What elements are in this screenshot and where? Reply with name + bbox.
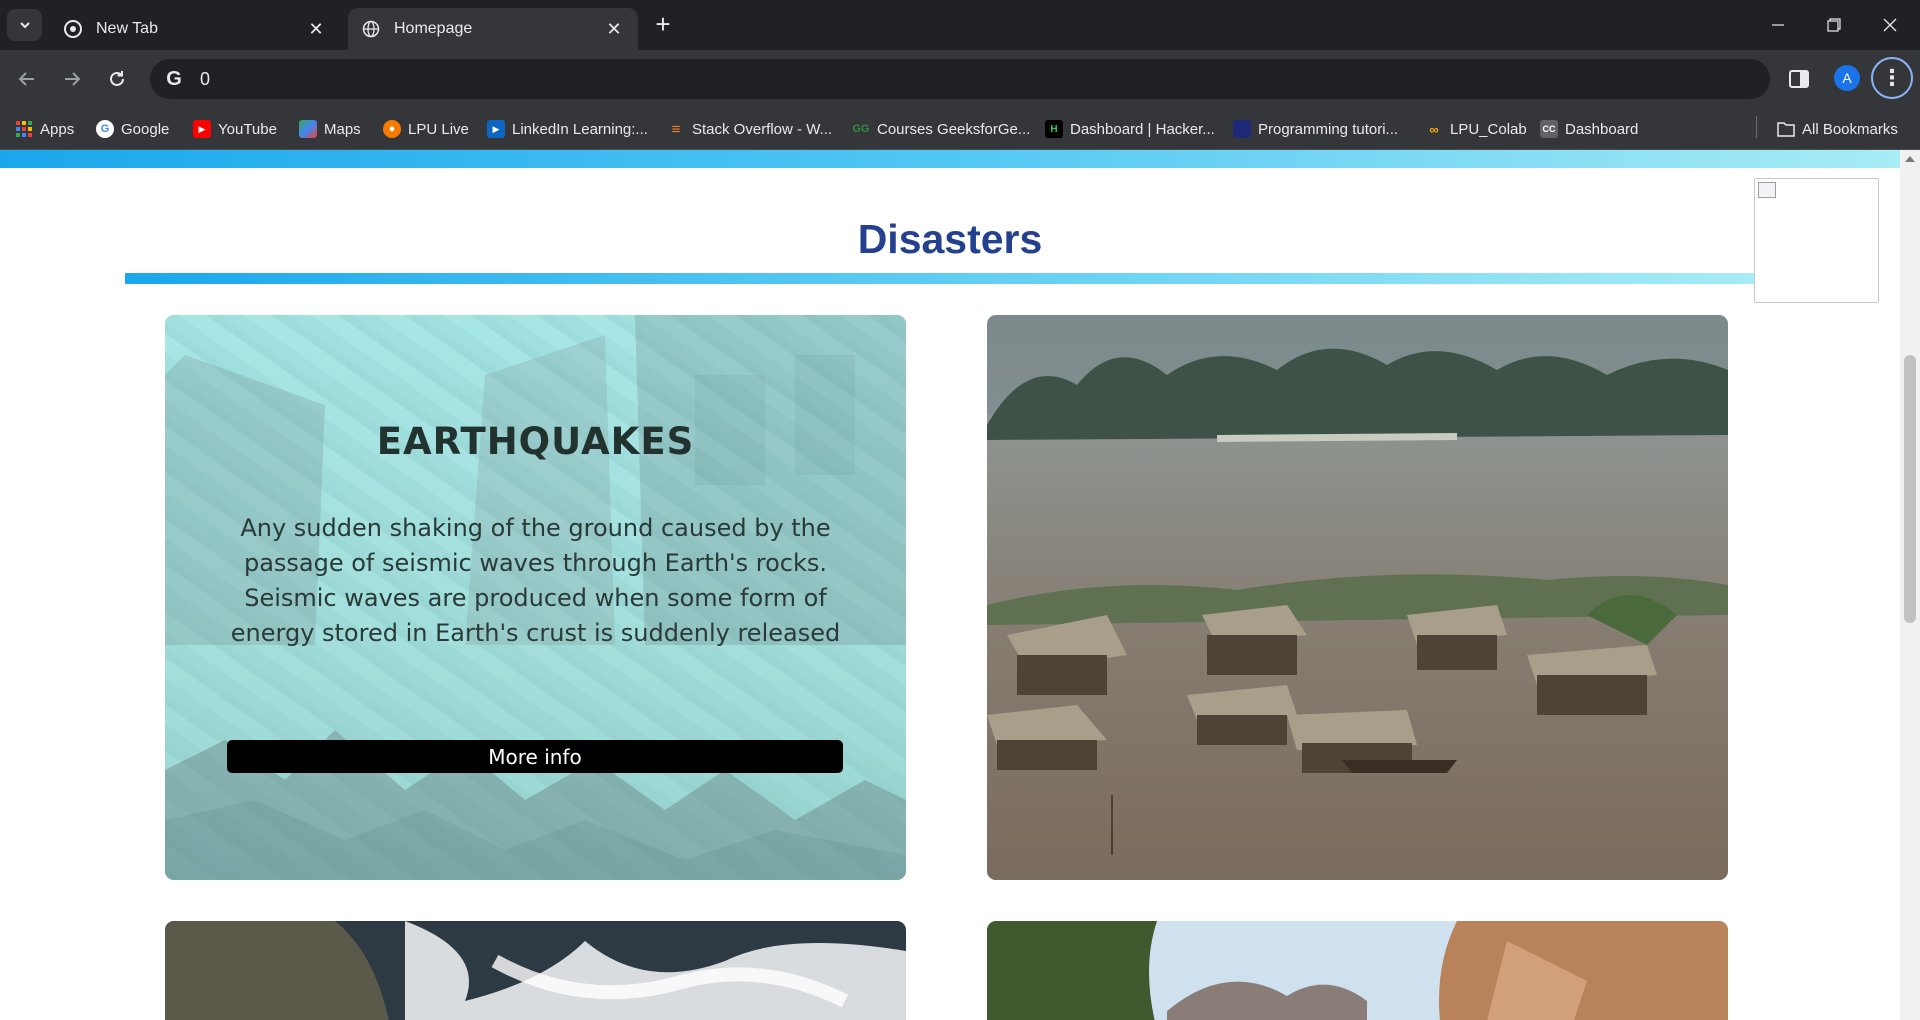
flood-card-image[interactable] (987, 315, 1728, 880)
bookmark-label: Apps (40, 120, 75, 138)
tab-strip: New Tab ✕ Homepage ✕ + (0, 0, 1920, 50)
bookmark-label: Google (121, 120, 170, 138)
bookmark-hackerrank[interactable]: H Dashboard | Hacker... (1045, 117, 1215, 141)
bookmark-label: Courses GeeksforGe... (877, 120, 1031, 138)
close-tab-icon[interactable]: ✕ (306, 19, 326, 39)
maps-icon (299, 120, 317, 138)
scrollbar-thumb[interactable] (1904, 355, 1916, 623)
cyclone-card-image[interactable] (165, 921, 906, 1020)
card-description: Any sudden shaking of the ground caused … (230, 514, 841, 647)
card-title: EARTHQUAKES (376, 420, 695, 463)
programming-icon (1233, 120, 1251, 138)
youtube-icon: ▶ (193, 120, 211, 138)
bookmark-stack-overflow[interactable]: ≡ Stack Overflow - W... (667, 117, 832, 141)
reload-icon (110, 71, 124, 86)
profile-avatar[interactable]: A (1834, 65, 1860, 91)
google-icon: G (96, 120, 114, 138)
bookmark-programming-tutorials[interactable]: Programming tutori... (1233, 117, 1398, 141)
lpu-live-icon: ● (383, 120, 401, 138)
bookmark-label: LPU_Colab (1450, 120, 1527, 138)
restore-button[interactable] (1806, 0, 1862, 50)
bookmark-linkedin-learning[interactable]: ▶ LinkedIn Learning:... (487, 117, 648, 141)
header-accent-strip (0, 150, 1900, 168)
cc-icon: CC (1540, 120, 1558, 138)
geeksforgeeks-icon: GG (852, 123, 870, 135)
new-tab-button[interactable]: + (650, 9, 676, 39)
page-viewport: Disasters EARTHQUAKES Any sudden shaking… (0, 150, 1900, 1020)
arrow-left-icon (18, 72, 34, 86)
bookmark-label: Stack Overflow - W... (692, 120, 833, 138)
broken-image-icon (1758, 182, 1776, 198)
tab-title: New Tab (96, 20, 158, 37)
bookmark-maps[interactable]: Maps (299, 117, 361, 141)
broken-image (1754, 178, 1879, 303)
flood-image (987, 315, 1728, 880)
bookmark-geeksforgeeks[interactable]: GG Courses GeeksforGe... (852, 117, 1030, 141)
minimize-button[interactable] (1750, 0, 1806, 50)
apps-grid-icon (15, 120, 33, 138)
chrome-icon (64, 20, 82, 38)
bookmark-label: Dashboard (1565, 120, 1639, 138)
close-icon (1883, 18, 1897, 32)
linkedin-learning-icon: ▶ (487, 120, 505, 138)
close-window-button[interactable] (1862, 0, 1918, 50)
landslide-card-image[interactable] (987, 921, 1728, 1020)
scroll-up-arrow-icon[interactable] (1905, 156, 1915, 162)
colab-icon: ∞ (1429, 121, 1439, 137)
bookmark-google[interactable]: G Google (96, 117, 169, 141)
bookmark-label: Programming tutori... (1258, 120, 1399, 138)
back-button[interactable] (10, 62, 44, 96)
side-panel-icon[interactable] (1786, 66, 1812, 92)
earthquake-content: EARTHQUAKES Any sudden shaking of the gr… (165, 315, 906, 880)
bookmark-label: LPU Live (408, 120, 469, 138)
satellite-cyclone-image (165, 921, 906, 1020)
address-bar[interactable]: G 0 (150, 59, 1770, 99)
bookmark-label: LinkedIn Learning:... (512, 120, 648, 138)
more-menu-icon[interactable]: ⋮ (1871, 57, 1913, 99)
stack-overflow-icon: ≡ (671, 120, 681, 138)
browser-toolbar: G 0 A ⋮ (0, 50, 1920, 108)
all-bookmarks[interactable]: All Bookmarks (1777, 117, 1898, 141)
chevron-down-icon (19, 22, 30, 29)
globe-icon (362, 20, 380, 38)
address-text[interactable]: 0 (200, 69, 210, 90)
page-scrollbar[interactable] (1900, 150, 1920, 1020)
earthquake-card: EARTHQUAKES Any sudden shaking of the gr… (165, 315, 906, 880)
bookmark-label: Maps (324, 120, 361, 138)
more-info-button[interactable]: More info (227, 740, 843, 773)
reload-button[interactable] (100, 62, 134, 96)
folder-icon (1777, 120, 1795, 138)
tab-new-tab[interactable]: New Tab ✕ (50, 8, 340, 50)
forward-button[interactable] (55, 62, 89, 96)
bookmark-label: Dashboard | Hacker... (1070, 120, 1215, 138)
bookmark-label: YouTube (218, 120, 277, 138)
restore-icon (1827, 18, 1841, 32)
landslide-image (987, 921, 1728, 1020)
google-icon: G (166, 67, 182, 90)
close-tab-icon[interactable]: ✕ (604, 19, 624, 39)
tab-homepage[interactable]: Homepage ✕ (348, 8, 638, 50)
title-underline (125, 273, 1773, 284)
arrow-right-icon (65, 72, 81, 86)
bookmark-youtube[interactable]: ▶ YouTube (193, 117, 277, 141)
bookmark-apps[interactable]: Apps (15, 117, 74, 141)
bookmark-label: All Bookmarks (1802, 120, 1898, 138)
bookmarks-bar: Apps G Google ▶ YouTube Maps ● LPU Live … (0, 108, 1920, 150)
bookmark-lpu-live[interactable]: ● LPU Live (383, 117, 469, 141)
minimize-icon (1772, 24, 1784, 26)
tab-search-button[interactable] (7, 9, 42, 41)
hackerrank-icon: H (1045, 120, 1063, 138)
bookmark-dashboard[interactable]: CC Dashboard (1540, 117, 1638, 141)
bookmarks-separator (1756, 116, 1757, 138)
section-title: Disasters (857, 216, 1043, 262)
bookmark-lpu-colab[interactable]: ∞ LPU_Colab (1425, 117, 1527, 141)
tab-title: Homepage (394, 20, 473, 37)
